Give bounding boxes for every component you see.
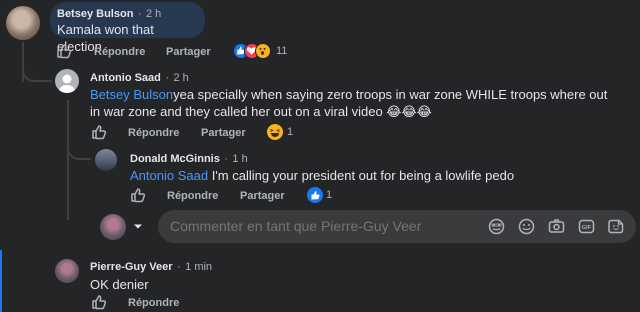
reply-button[interactable]: Répondre	[167, 190, 218, 202]
avatar-donald[interactable]	[95, 149, 117, 171]
haha-reaction-icon	[267, 124, 283, 140]
mention-link[interactable]: Antonio Saad	[130, 168, 208, 183]
gif-icon[interactable]: GIF	[578, 218, 595, 235]
reactions-summary[interactable]: 11	[233, 43, 293, 59]
like-reaction-icon	[307, 187, 323, 203]
sticker-icon[interactable]	[488, 218, 505, 235]
comment-time[interactable]: 2 h	[146, 8, 161, 20]
reply-button[interactable]: Répondre	[128, 297, 179, 309]
like-icon[interactable]	[56, 43, 72, 59]
like-icon[interactable]	[91, 124, 107, 140]
reaction-count: 1	[287, 126, 294, 138]
thread-branch	[67, 140, 91, 160]
comment-author[interactable]: Pierre-Guy Veer	[90, 261, 173, 273]
comment-time[interactable]: 1 h	[232, 153, 247, 165]
comment-text: OK denier	[90, 277, 149, 292]
share-button[interactable]: Partager	[240, 190, 285, 202]
comment-text: I'm calling your president out for being…	[208, 168, 515, 183]
reply-button[interactable]: Répondre	[128, 127, 179, 139]
reply-button[interactable]: Répondre	[94, 46, 145, 58]
reaction-count: 11	[276, 45, 288, 57]
like-icon[interactable]	[91, 294, 107, 310]
svg-text:GIF: GIF	[582, 225, 592, 231]
reactions-summary[interactable]: 1	[307, 187, 347, 203]
reaction-count: 1	[326, 189, 333, 201]
thread-branch	[22, 62, 52, 82]
separator: ·	[165, 72, 170, 84]
composer-avatar[interactable]	[100, 214, 126, 240]
comment-author[interactable]: Antonio Saad	[90, 72, 161, 84]
comment-time[interactable]: 1 min	[185, 261, 212, 273]
comment-composer[interactable]: GIF	[158, 210, 636, 243]
separator: ·	[137, 8, 142, 20]
separator: ·	[177, 261, 181, 273]
avatar-pierre-guy[interactable]	[55, 259, 79, 283]
comment-author[interactable]: Donald McGinnis	[130, 153, 220, 165]
share-button[interactable]: Partager	[166, 46, 211, 58]
avatar-antonio[interactable]	[55, 69, 79, 93]
share-button[interactable]: Partager	[201, 127, 246, 139]
avatar-betsey[interactable]	[6, 6, 40, 40]
comment-author[interactable]: Betsey Bulson	[57, 8, 133, 20]
mention-link[interactable]: Betsey Bulson	[90, 87, 173, 102]
wow-reaction-icon	[255, 43, 271, 59]
chevron-down-icon[interactable]	[133, 223, 143, 231]
comment-text-line-2: in war zone and they called her out on a…	[90, 104, 432, 119]
comment-block-donald: Donald McGinnis · 1 h Antonio Saad I'm c…	[130, 151, 630, 184]
like-icon[interactable]	[130, 187, 146, 203]
sticker-square-icon[interactable]	[608, 218, 625, 235]
comment-text-line-1: yea specially when saying zero troops in…	[173, 87, 608, 102]
separator: ·	[224, 153, 228, 165]
comment-time[interactable]: 2 h	[173, 72, 188, 84]
comment-block-antonio: Antonio Saad · 2 h Betsey Bulsonyea spec…	[90, 70, 630, 120]
reactions-summary[interactable]: 1	[267, 124, 307, 140]
comment-input[interactable]	[170, 216, 470, 236]
camera-icon[interactable]	[548, 218, 565, 235]
comment-block-pierre-guy: Pierre-Guy Veer · 1 min OK denier	[90, 259, 390, 293]
thread-line-reply	[67, 100, 69, 220]
comment-bubble-betsey: Betsey Bulson · 2 h Kamala won that elec…	[50, 2, 205, 54]
new-comment-indicator	[0, 250, 2, 312]
emoji-icon[interactable]	[518, 218, 535, 235]
